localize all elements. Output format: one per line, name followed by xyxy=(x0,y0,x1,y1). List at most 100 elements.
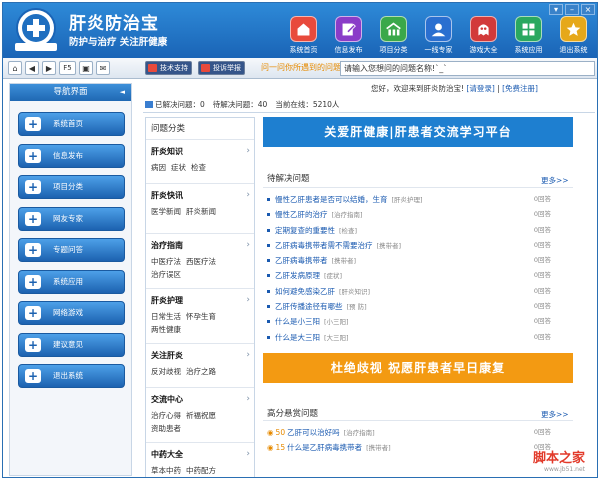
question-tag[interactable]: [肝炎护理] xyxy=(392,196,423,204)
sidebar-item-7[interactable]: + 网络游戏 xyxy=(18,301,125,325)
category-link[interactable]: 反对歧视 xyxy=(151,367,181,376)
question-row[interactable]: 乙肝传播途径有哪些 [预 防] 0回答 xyxy=(267,299,573,314)
login-link[interactable]: [请登录] xyxy=(466,84,494,93)
question-row[interactable]: 乙肝发病原理 [症状] 0回答 xyxy=(267,268,573,283)
category-link[interactable]: 日常生活 xyxy=(151,312,181,321)
question-tag[interactable]: [治疗指南] xyxy=(332,211,363,219)
category-item[interactable]: 治疗指南 中医疗法 西医疗法治疗误区 › xyxy=(146,234,254,289)
sidebar-item-1[interactable]: + 系统首页 xyxy=(18,112,125,136)
question-row[interactable]: 慢性乙肝的治疗 [治疗指南] 0回答 xyxy=(267,207,573,222)
sidebar-item-2[interactable]: + 信息发布 xyxy=(18,143,125,168)
question-row[interactable]: 什么是小三阳 [小三阳] 0回答 xyxy=(267,314,573,329)
category-link[interactable]: 医学新闻 xyxy=(151,207,181,216)
sidebar-item-3[interactable]: + 项目分类 xyxy=(18,175,125,199)
home-icon[interactable]: ⌂ xyxy=(8,61,22,75)
question-tag[interactable]: [小三阳] xyxy=(324,318,349,326)
message-icon[interactable]: ✉ xyxy=(96,61,110,75)
category-item[interactable]: 肝炎护理 日常生活 怀孕生育两性健康 › xyxy=(146,289,254,344)
question-tag[interactable]: [症状] xyxy=(324,272,342,280)
nav-item-7[interactable]: 退出系统 xyxy=(551,16,596,58)
question-tag[interactable]: [携带者] xyxy=(332,257,357,265)
question-input[interactable] xyxy=(340,61,595,76)
question-row[interactable]: ◉ 15 什么是乙肝病毒携带者 [携带者] 0回答 xyxy=(267,440,573,455)
reward-more-link[interactable]: 更多>> xyxy=(541,409,569,420)
question-row[interactable]: 慢性乙肝患者是否可以结婚，生育 [肝炎护理] 0回答 xyxy=(267,192,573,207)
category-name[interactable]: 中药大全 xyxy=(151,449,249,460)
question-row[interactable]: 如何避免感染乙肝 [肝炎知识] 0回答 xyxy=(267,284,573,299)
question-row[interactable]: 乙肝病毒携带者 [携带者] 0回答 xyxy=(267,253,573,268)
question-tag[interactable]: [肝炎知识] xyxy=(339,288,370,296)
category-link[interactable]: 治疗心得 xyxy=(151,411,181,420)
sidebar-item-9[interactable]: + 退出系统 xyxy=(18,364,125,388)
nav-item-3[interactable]: 项目分类 xyxy=(371,16,416,58)
category-link[interactable]: 肝炎新闻 xyxy=(186,207,216,216)
category-link[interactable]: 中药配方 xyxy=(186,466,216,475)
category-item[interactable]: 关注肝炎 反对歧视 治疗之路 › xyxy=(146,344,254,388)
nav-item-5[interactable]: 游戏大全 xyxy=(461,16,506,58)
question-row[interactable]: 乙肝病毒携带者需不需要治疗 [携带者] 0回答 xyxy=(267,238,573,253)
category-item[interactable]: 中药大全 草本中药 中药配方 › xyxy=(146,443,254,477)
question-row[interactable]: 什么是大三阳 [大三阳] 0回答 xyxy=(267,330,573,345)
question-tag[interactable]: [治疗指南] xyxy=(344,429,375,437)
nav-item-6[interactable]: 系统应用 xyxy=(506,16,551,58)
forward-icon[interactable]: ▶ xyxy=(42,61,56,75)
category-name[interactable]: 肝炎知识 xyxy=(151,146,249,157)
pending-more-link[interactable]: 更多>> xyxy=(541,175,569,186)
question-tag[interactable]: [检查] xyxy=(339,227,357,235)
category-item[interactable]: 交流中心 治疗心得 祈福祝愿资助患者 › xyxy=(146,388,254,443)
category-name[interactable]: 肝炎护理 xyxy=(151,295,249,306)
category-name[interactable]: 肝炎快讯 xyxy=(151,190,249,201)
close-button[interactable]: × xyxy=(581,4,595,15)
category-link[interactable]: 治疗误区 xyxy=(151,270,181,279)
nav-item-4[interactable]: 一线专家 xyxy=(416,16,461,58)
tech-support-button[interactable]: 技术支持 xyxy=(145,61,192,75)
sidebar-item-6[interactable]: + 系统应用 xyxy=(18,269,125,294)
category-link[interactable]: 症状 xyxy=(171,163,186,172)
question-title[interactable]: 乙肝传播途径有哪些 xyxy=(275,302,343,311)
question-tag[interactable]: [携带者] xyxy=(377,242,402,250)
report-button[interactable]: 投诉举报 xyxy=(198,61,245,75)
category-link[interactable]: 西医疗法 xyxy=(186,257,216,266)
question-title[interactable]: 乙肝可以治好吗 xyxy=(287,428,340,437)
question-row[interactable]: 定期复查的重要性 [检查] 0回答 xyxy=(267,223,573,238)
question-title[interactable]: 定期复查的重要性 xyxy=(275,226,335,235)
category-link[interactable]: 检查 xyxy=(191,163,206,172)
category-link[interactable]: 病因 xyxy=(151,163,166,172)
menu-window-button[interactable]: ▾ xyxy=(549,4,563,15)
question-title[interactable]: 什么是大三阳 xyxy=(275,333,320,342)
sidebar-item-4[interactable]: + 网友专家 xyxy=(18,206,125,231)
question-tag[interactable]: [携带者] xyxy=(366,444,391,452)
category-link[interactable]: 两性健康 xyxy=(151,325,181,334)
category-link[interactable]: 资助患者 xyxy=(151,424,181,433)
nav-item-1[interactable]: 系统首页 xyxy=(281,16,326,58)
minimize-button[interactable]: – xyxy=(565,4,579,15)
category-item[interactable]: 肝炎快讯 医学新闻 肝炎新闻 › xyxy=(146,184,254,234)
window-icon[interactable]: ▣ xyxy=(79,61,93,75)
category-link[interactable]: 祈福祝愿 xyxy=(186,411,216,420)
refresh-button[interactable]: F5 xyxy=(59,61,76,75)
question-title[interactable]: 慢性乙肝的治疗 xyxy=(275,210,328,219)
question-title[interactable]: 乙肝病毒携带者 xyxy=(275,256,328,265)
question-title[interactable]: 乙肝病毒携带者需不需要治疗 xyxy=(275,241,373,250)
question-title[interactable]: 什么是乙肝病毒携带者 xyxy=(287,443,362,452)
question-title[interactable]: 如何避免感染乙肝 xyxy=(275,287,335,296)
question-title[interactable]: 什么是小三阳 xyxy=(275,317,320,326)
question-title[interactable]: 慢性乙肝患者是否可以结婚，生育 xyxy=(275,195,388,204)
category-name[interactable]: 治疗指南 xyxy=(151,240,249,251)
category-name[interactable]: 交流中心 xyxy=(151,394,249,405)
question-tag[interactable]: [大三阳] xyxy=(324,334,349,342)
back-icon[interactable]: ◀ xyxy=(25,61,39,75)
sidebar-item-5[interactable]: + 专题问答 xyxy=(18,238,125,262)
category-item[interactable]: 肝炎知识 病因 症状 检查 › xyxy=(146,140,254,184)
category-name[interactable]: 关注肝炎 xyxy=(151,350,249,361)
category-link[interactable]: 草本中药 xyxy=(151,466,181,475)
nav-item-2[interactable]: 信息发布 xyxy=(326,16,371,58)
category-link[interactable]: 治疗之路 xyxy=(186,367,216,376)
register-link[interactable]: [免费注册] xyxy=(502,84,538,93)
category-link[interactable]: 中医疗法 xyxy=(151,257,181,266)
collapse-icon[interactable]: ◄ xyxy=(120,84,125,101)
question-title[interactable]: 乙肝发病原理 xyxy=(275,271,320,280)
question-row[interactable]: ◉ 50 乙肝可以治好吗 [治疗指南] 0回答 xyxy=(267,425,573,440)
question-tag[interactable]: [预 防] xyxy=(347,303,367,311)
category-link[interactable]: 怀孕生育 xyxy=(186,312,216,321)
